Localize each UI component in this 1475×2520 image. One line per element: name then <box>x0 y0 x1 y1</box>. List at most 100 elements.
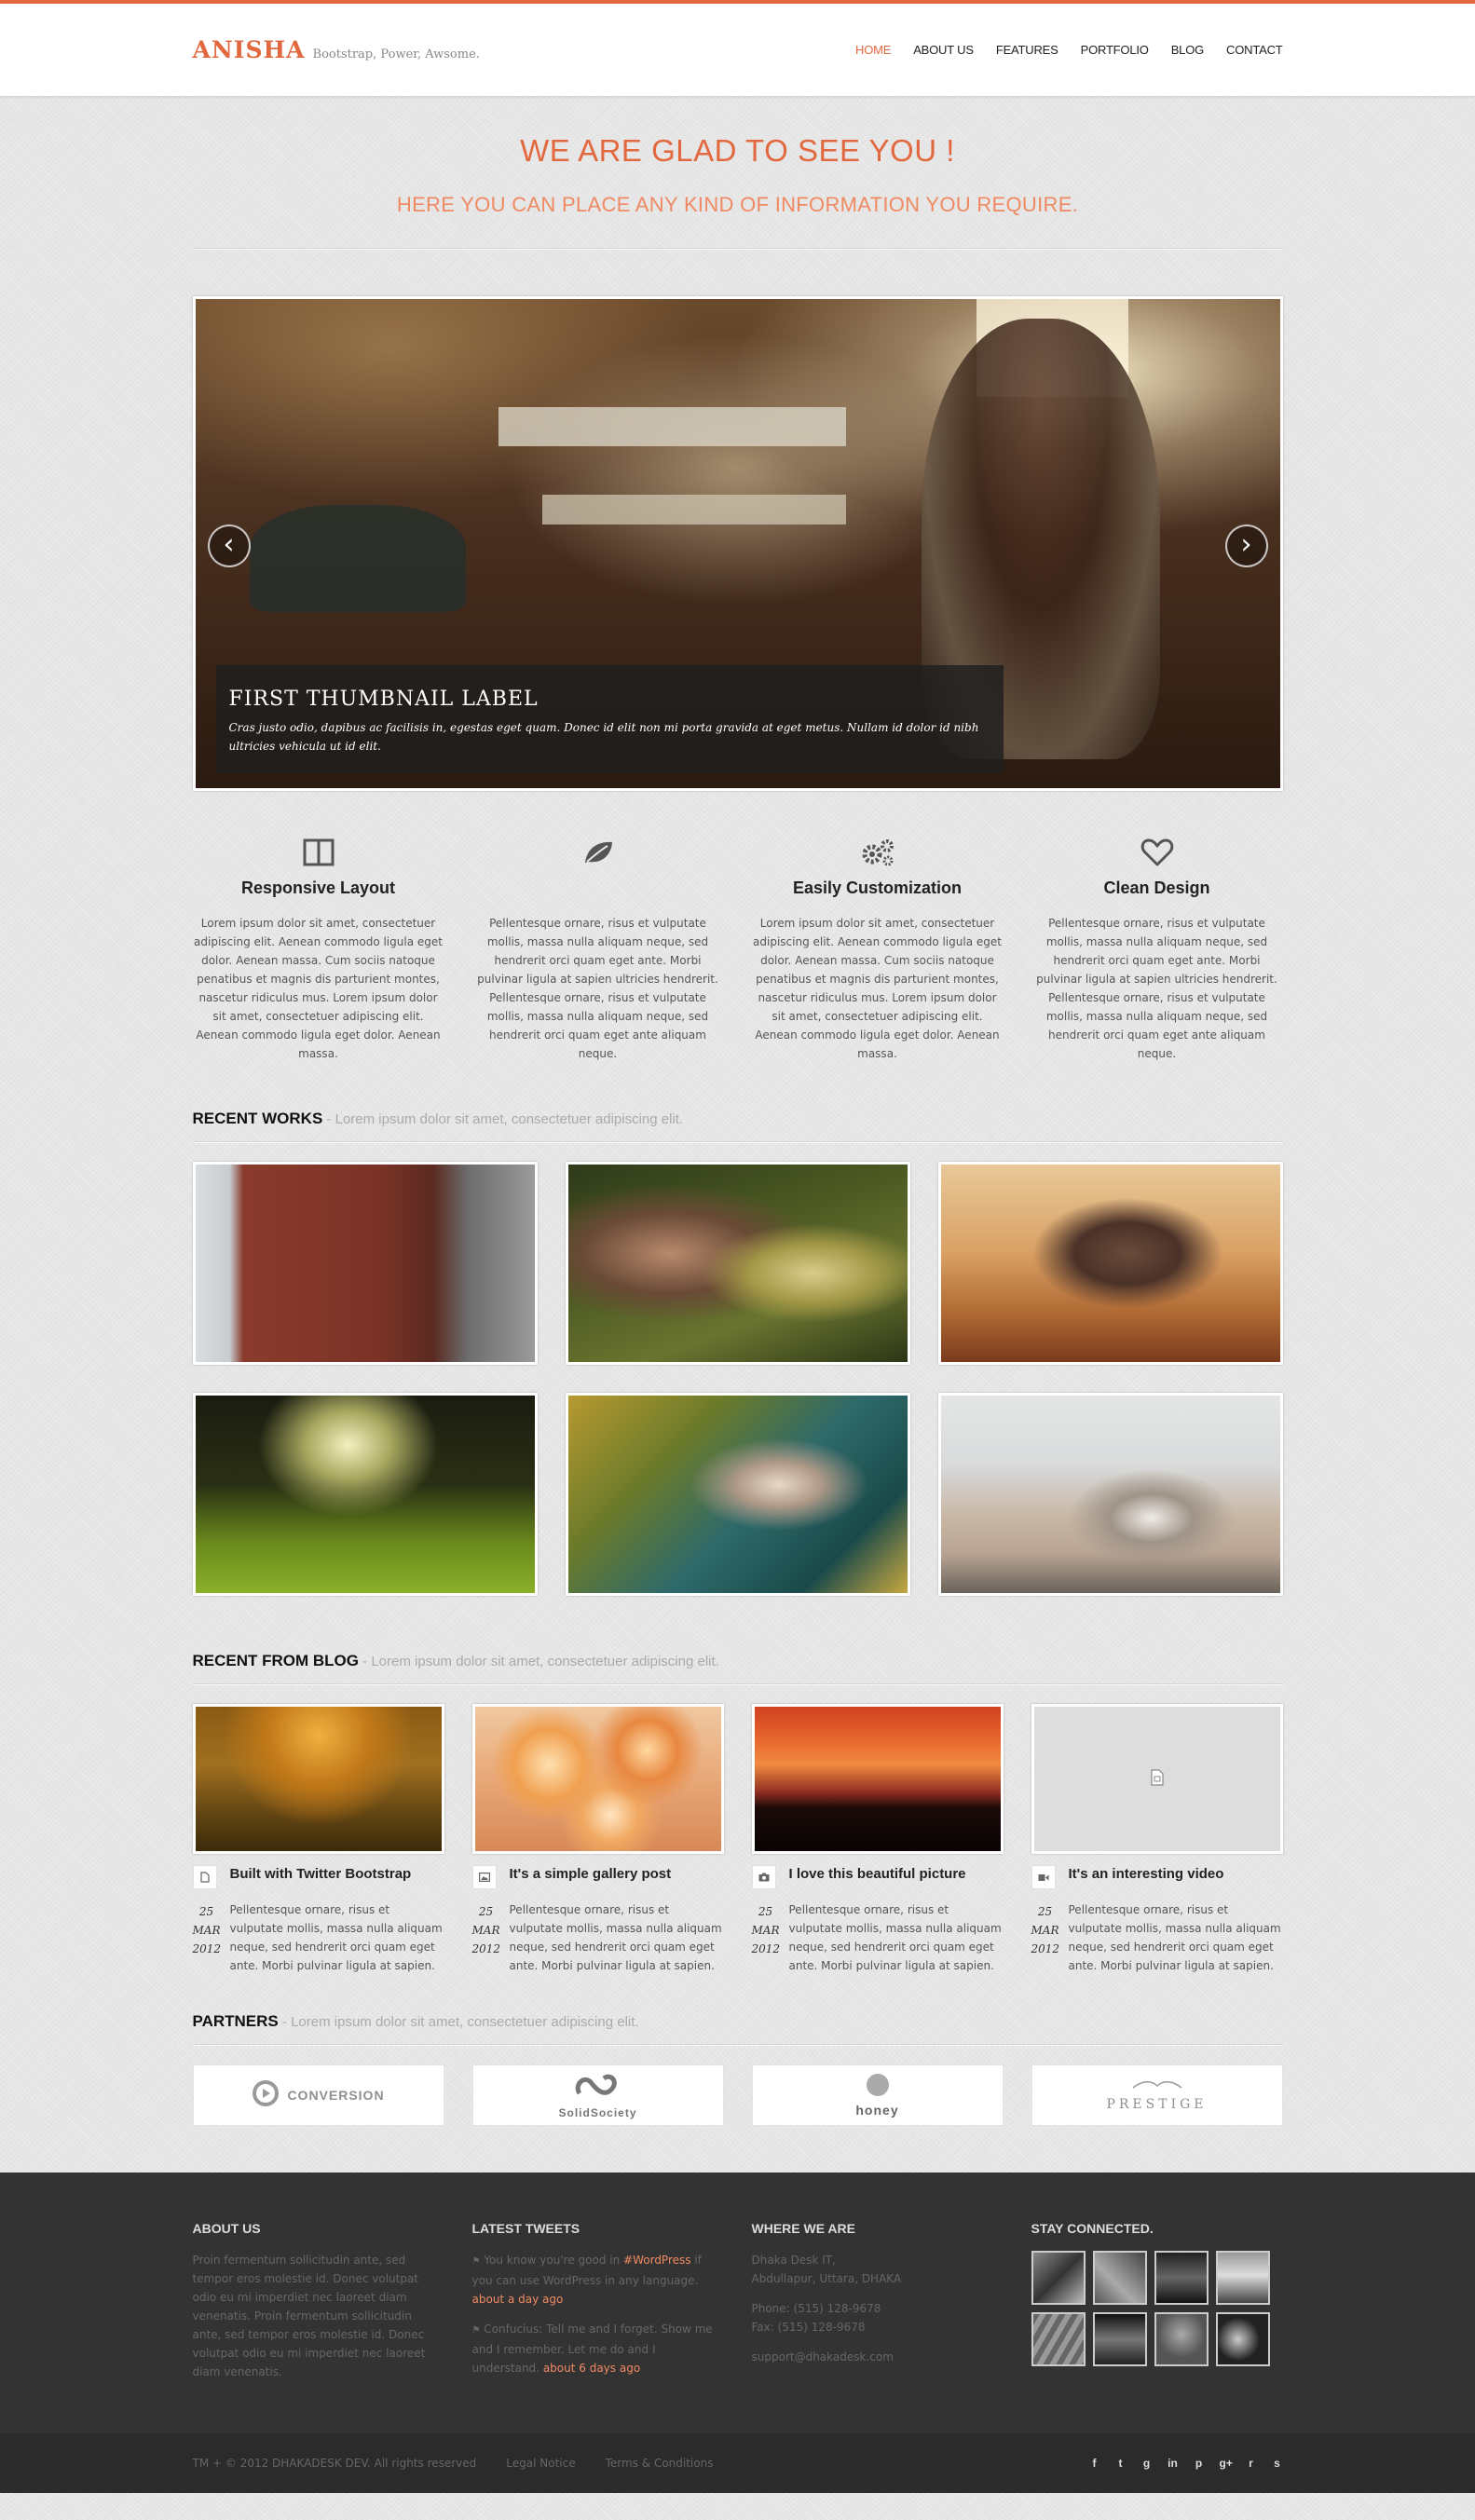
slide-image-detail <box>541 495 846 524</box>
post-title[interactable]: It's a simple gallery post <box>510 1865 724 1884</box>
post-title[interactable]: It's an interesting video <box>1069 1865 1283 1884</box>
photo-stream <box>1031 2251 1283 2366</box>
github-icon[interactable]: g <box>1141 2457 1153 2470</box>
post-meta: 25 MAR 2012 It's a simple gallery post Pel… <box>471 1865 724 1975</box>
nav-portfolio[interactable]: PORTFOLIO <box>1081 43 1149 57</box>
stop-icon[interactable]: s <box>1272 2457 1283 2470</box>
twitter-icon[interactable]: t <box>1115 2457 1127 2470</box>
nav-contact[interactable]: CONTACT <box>1226 43 1283 57</box>
post-side: 25 MAR 2012 <box>192 1865 230 1975</box>
post-excerpt: Pellentesque ornare, risus et vulputate … <box>788 1903 1002 1972</box>
feature-title: Easily Customization <box>792 879 963 897</box>
address-line: Abdullapur, Uttara, DHAKA <box>751 2272 902 2285</box>
terms-link[interactable]: Terms & Conditions <box>606 2457 714 2470</box>
post-thumbnail[interactable] <box>192 1704 444 1854</box>
linkedin-icon[interactable]: in <box>1168 2457 1179 2470</box>
feature-item: Clean Design Pellentesque ornare, risus … <box>1031 836 1283 1063</box>
conversion-logo-icon <box>252 2079 280 2111</box>
work-thumbnail[interactable] <box>192 1162 538 1365</box>
photo-thumb[interactable] <box>1154 2251 1209 2305</box>
post-side: 25 MAR 2012 <box>471 1865 510 1975</box>
hashtag-link[interactable]: #WordPress <box>623 2254 690 2267</box>
post-body: Built with Twitter Bootstrap Pellentesqu… <box>230 1865 444 1975</box>
leaf-icon <box>472 836 724 869</box>
post-year: 2012 <box>192 1942 222 1955</box>
brand-name[interactable]: ANISHA <box>193 36 306 63</box>
footer-heading: STAY CONNECTED. <box>1031 2221 1154 2236</box>
post-month: MAR <box>1031 1924 1059 1937</box>
rss-icon[interactable]: r <box>1246 2457 1257 2470</box>
photo-thumb[interactable] <box>1031 2312 1086 2366</box>
legal-notice-link[interactable]: Legal Notice <box>506 2457 575 2470</box>
post-thumbnail[interactable] <box>751 1704 1004 1854</box>
nav-features[interactable]: FEATURES <box>996 43 1058 57</box>
post-date: 25 MAR 2012 <box>1031 1902 1060 1958</box>
work-thumbnail[interactable] <box>565 1162 910 1365</box>
post-excerpt: Pellentesque ornare, risus et vulputate … <box>1068 1903 1281 1972</box>
google-plus-icon[interactable]: g+ <box>1220 2457 1233 2470</box>
section-subtitle: - Lorem ipsum dolor sit amet, consectetu… <box>359 1654 719 1669</box>
divider <box>192 2044 1283 2046</box>
slider-prev-button[interactable]: ‹ <box>207 524 251 567</box>
main-nav: HOME ABOUT US FEATURES PORTFOLIO BLOG CO… <box>855 43 1283 57</box>
partner-logo[interactable]: PRESTIGE <box>1031 2064 1283 2126</box>
partner-name: honey <box>855 2103 899 2118</box>
caption-text: Cras justo odio, dapibus ac facilisis in… <box>228 721 979 753</box>
work-thumbnail[interactable] <box>192 1393 538 1596</box>
brand[interactable]: ANISHA Bootstrap, Power, Awsome. <box>193 36 480 63</box>
features: Responsive Layout Lorem ipsum dolor sit … <box>193 836 1283 1063</box>
partners-logos: CONVERSION SolidSociety honey PRESTIGE <box>192 2064 1283 2126</box>
post-day: 25 <box>478 1905 494 1918</box>
tweet-time-link[interactable]: about 6 days ago <box>543 2362 640 2375</box>
nav-about-us[interactable]: ABOUT US <box>913 43 974 57</box>
photo-thumb[interactable] <box>1215 2251 1270 2305</box>
pinterest-icon[interactable]: p <box>1194 2457 1205 2470</box>
blog-post: 25 MAR 2012 It's a simple gallery post Pel… <box>471 1704 724 1975</box>
post-excerpt: Pellentesque ornare, risus et vulputate … <box>229 1903 443 1972</box>
work-thumbnail[interactable] <box>937 1393 1283 1596</box>
address-line: Dhaka Desk IT, <box>751 2254 836 2267</box>
image-slider[interactable]: ‹ › FIRST THUMBNAIL LABEL Cras justo odi… <box>192 296 1283 791</box>
partner-name: PRESTIGE <box>1106 2097 1208 2112</box>
photo-thumb[interactable] <box>1031 2251 1086 2305</box>
post-month: MAR <box>751 1924 780 1937</box>
post-title[interactable]: Built with Twitter Bootstrap <box>230 1865 444 1884</box>
video-placeholder[interactable] <box>1031 1704 1283 1854</box>
partner-name: CONVERSION <box>287 2088 385 2103</box>
photo-thumb[interactable] <box>1092 2312 1147 2366</box>
post-thumbnail[interactable] <box>471 1704 724 1854</box>
partner-logo[interactable]: SolidSociety <box>471 2064 724 2126</box>
honey-logo-icon <box>862 2073 894 2101</box>
work-thumbnail[interactable] <box>937 1162 1283 1365</box>
section-title: PARTNERS <box>192 2012 279 2030</box>
fax: Fax: (515) 128-9678 <box>751 2321 866 2334</box>
photo-thumb[interactable] <box>1215 2312 1270 2366</box>
tweet-time-link[interactable]: about a day ago <box>472 2293 564 2306</box>
nav-home[interactable]: HOME <box>855 43 891 57</box>
work-thumbnail[interactable] <box>565 1393 910 1596</box>
nav-blog[interactable]: BLOG <box>1171 43 1205 57</box>
photo-thumb[interactable] <box>1154 2312 1209 2366</box>
partner-logo[interactable]: CONVERSION <box>192 2064 444 2126</box>
section-subtitle: - Lorem ipsum dolor sit amet, consectetu… <box>278 2014 639 2030</box>
tweet: ⚑ You know you're good in #WordPress if … <box>472 2251 724 2309</box>
post-body: I love this beautiful picture Pellentesq… <box>789 1865 1004 1975</box>
tweet-text: You know you're good in <box>484 2254 624 2267</box>
post-excerpt: Pellentesque ornare, risus et vulputate … <box>509 1903 722 1972</box>
post-title[interactable]: I love this beautiful picture <box>789 1865 1004 1884</box>
solidsociety-logo-icon <box>570 2071 626 2106</box>
social-links: f t g in p g+ r s <box>1089 2457 1283 2470</box>
hero-title: WE ARE GLAD TO SEE YOU ! <box>520 133 955 168</box>
photo-thumb[interactable] <box>1092 2251 1147 2305</box>
post-side: 25 MAR 2012 <box>1031 1865 1069 1975</box>
image-icon <box>471 1865 497 1889</box>
post-body: It's an interesting video Pellentesque o… <box>1069 1865 1283 1975</box>
partner-logo[interactable]: honey <box>751 2064 1004 2126</box>
columns-icon <box>193 836 444 869</box>
email-link[interactable]: support@dhakadesk.com <box>752 2348 1004 2366</box>
slider-next-button[interactable]: › <box>1224 524 1268 567</box>
section-title: RECENT WORKS <box>192 1110 323 1127</box>
facebook-icon[interactable]: f <box>1089 2457 1100 2470</box>
post-month: MAR <box>192 1924 221 1937</box>
blog-posts: 25 MAR 2012 Built with Twitter Bootstrap P… <box>192 1704 1283 1975</box>
